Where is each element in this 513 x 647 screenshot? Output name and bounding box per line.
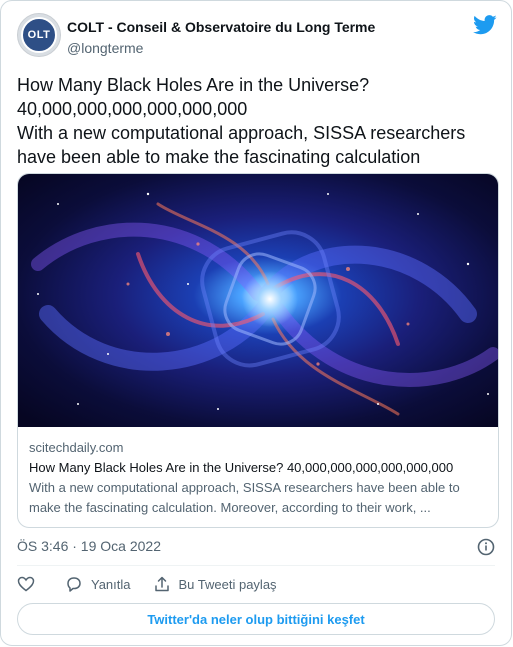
reply-button[interactable]: Yanıtla xyxy=(65,575,131,593)
author-handle[interactable]: @longterme xyxy=(67,40,143,56)
twitter-bird-icon[interactable] xyxy=(473,15,497,35)
link-description: With a new computational approach, SISSA… xyxy=(29,480,460,515)
author-name[interactable]: COLT - Conseil & Observatoire du Long Te… xyxy=(67,19,375,35)
tweet-actions: Yanıtla Bu Tweeti paylaş xyxy=(17,573,299,595)
link-preview-meta: scitechdaily.com How Many Black Holes Ar… xyxy=(29,438,487,518)
share-icon xyxy=(154,576,169,592)
like-button[interactable] xyxy=(17,575,43,593)
tweet-line: have been able to make the fascinating c… xyxy=(17,147,421,167)
avatar[interactable]: OLT xyxy=(17,13,61,57)
share-label: Bu Tweeti paylaş xyxy=(178,576,277,592)
avatar-logo: OLT xyxy=(21,17,57,53)
tweet-card: OLT COLT - Conseil & Observatoire du Lon… xyxy=(0,0,512,646)
explore-button[interactable]: Twitter'da neler olup bittiğini keşfet xyxy=(17,603,495,635)
tweet-text: How Many Black Holes Are in the Universe… xyxy=(17,73,497,169)
tweet-timestamp[interactable]: ÖS 3:46 · 19 Oca 2022 xyxy=(17,538,161,554)
link-domain: scitechdaily.com xyxy=(29,440,124,455)
reply-icon xyxy=(67,577,81,592)
tweet-line: 40,000,000,000,000,000,000 xyxy=(17,99,248,119)
tweet-line: How Many Black Holes Are in the Universe… xyxy=(17,75,370,95)
link-preview-image[interactable] xyxy=(18,174,498,427)
reply-label: Yanıtla xyxy=(91,576,131,592)
share-button[interactable]: Bu Tweeti paylaş xyxy=(153,575,277,593)
link-preview-card[interactable]: scitechdaily.com How Many Black Holes Ar… xyxy=(17,173,499,528)
tweet-line: With a new computational approach, SISSA… xyxy=(17,123,466,143)
heart-icon xyxy=(17,576,35,592)
divider xyxy=(17,565,495,566)
link-title: How Many Black Holes Are in the Universe… xyxy=(29,460,454,475)
info-icon[interactable] xyxy=(477,538,495,556)
